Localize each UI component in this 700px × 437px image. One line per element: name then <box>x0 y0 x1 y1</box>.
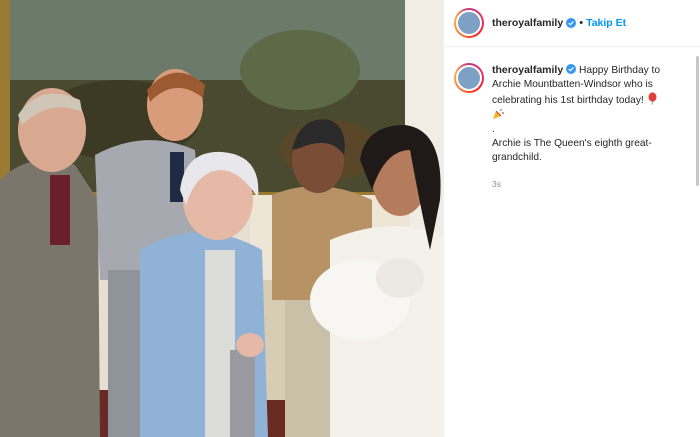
post-header: theroyalfamily • Takip Et <box>444 0 700 47</box>
balloon-icon <box>648 92 657 105</box>
separator-dot: • <box>579 17 584 29</box>
post-caption: theroyalfamily Happy Birthday to Archie … <box>444 47 700 191</box>
post-photo[interactable] <box>0 0 443 437</box>
caption-body: theroyalfamily Happy Birthday to Archie … <box>492 63 690 191</box>
caption-line-2: Archie is The Queen's eighth great-grand… <box>492 138 652 163</box>
follow-button[interactable]: Takip Et <box>586 17 626 29</box>
caption-username-link[interactable]: theroyalfamily <box>492 64 563 76</box>
caption-dot-line: . <box>492 124 495 135</box>
post-panel: theroyalfamily • Takip Et theroyalfamily… <box>443 0 700 437</box>
party-popper-icon <box>493 109 504 119</box>
caption-verified-badge-icon <box>566 64 577 74</box>
caption-avatar-image <box>456 65 482 91</box>
post-timestamp[interactable]: 3s <box>492 177 690 191</box>
royal-family-photo <box>0 0 443 437</box>
verified-badge-icon <box>566 18 577 28</box>
caption-avatar[interactable] <box>454 63 484 93</box>
avatar-image <box>456 10 482 36</box>
caption-scrollbar[interactable] <box>696 56 699 186</box>
profile-avatar[interactable] <box>454 8 484 38</box>
username-link[interactable]: theroyalfamily <box>492 17 563 29</box>
